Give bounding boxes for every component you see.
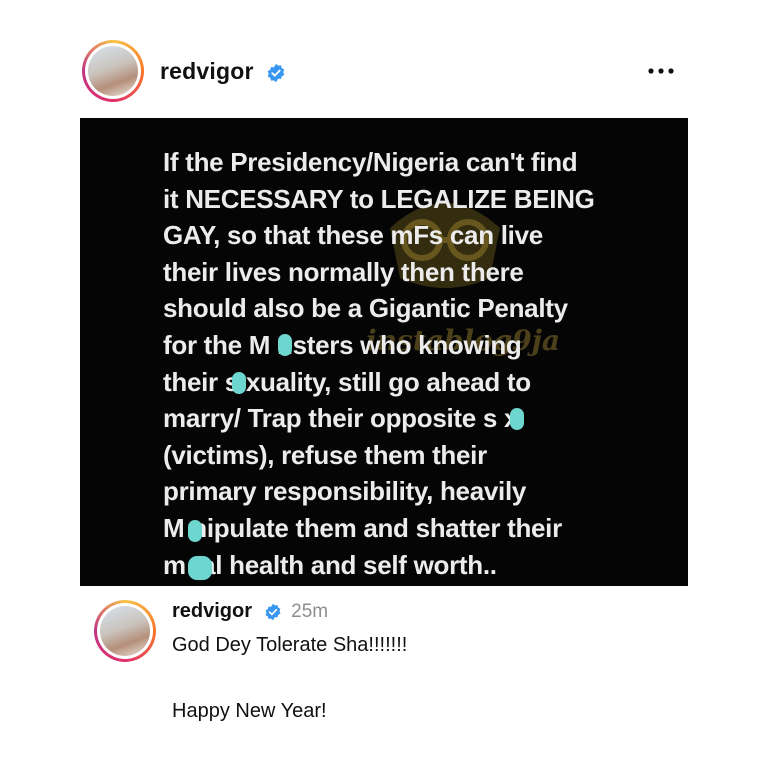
comment-header: redvigor 25m (172, 600, 328, 623)
image-text-line: If the Presidency/Nigeria can't find (163, 147, 578, 177)
comment-avatar[interactable] (94, 600, 156, 662)
caption-comment: redvigor 25m God Dey Tolerate Sha!!!!!!!… (0, 596, 768, 768)
comment-text-line2: Happy New Year! (172, 700, 327, 722)
censor-mark (510, 408, 524, 430)
verified-badge-icon (265, 603, 281, 620)
image-text-line: for the M nsters who knowing (163, 329, 522, 360)
image-text-line: marry/ Trap their opposite s x (163, 403, 519, 434)
more-options-icon[interactable] (646, 64, 676, 78)
image-text-line: GAY, so that these mFs can live (163, 220, 543, 251)
image-text-line: primary responsibility, heavily (163, 476, 527, 507)
post-username[interactable]: redvigor (160, 58, 254, 84)
post-image[interactable]: instablog9ja If the Presidency/Nigeria c… (80, 118, 688, 586)
comment-username[interactable]: redvigor (172, 600, 252, 622)
censor-mark (188, 556, 212, 580)
image-text-line: should also be a Gigantic Penalty (163, 293, 568, 324)
censor-mark (232, 372, 246, 394)
image-text-line: (victims), refuse them their (163, 439, 487, 470)
comment-timestamp: 25m (291, 601, 329, 622)
image-text-line: M nipulate them and shatter their (163, 512, 562, 543)
censor-mark (188, 520, 202, 542)
image-text-line: it NECESSARY to LEGALIZE BEING (163, 183, 595, 214)
verified-badge-icon (267, 63, 285, 83)
post-header: redvigor (0, 40, 768, 110)
comment-text-line1: God Dey Tolerate Sha!!!!!!! (172, 634, 408, 656)
image-text-line: m tal health and self worth.. (163, 549, 497, 580)
avatar-image (88, 46, 138, 96)
post-username-row[interactable]: redvigor (160, 58, 286, 85)
comment-avatar-image (100, 606, 150, 656)
post-image-text: If the Presidency/Nigeria can't find it … (163, 144, 683, 583)
image-text-line: their lives normally then there (163, 256, 524, 287)
censor-mark (278, 334, 292, 356)
profile-avatar[interactable] (82, 40, 144, 102)
